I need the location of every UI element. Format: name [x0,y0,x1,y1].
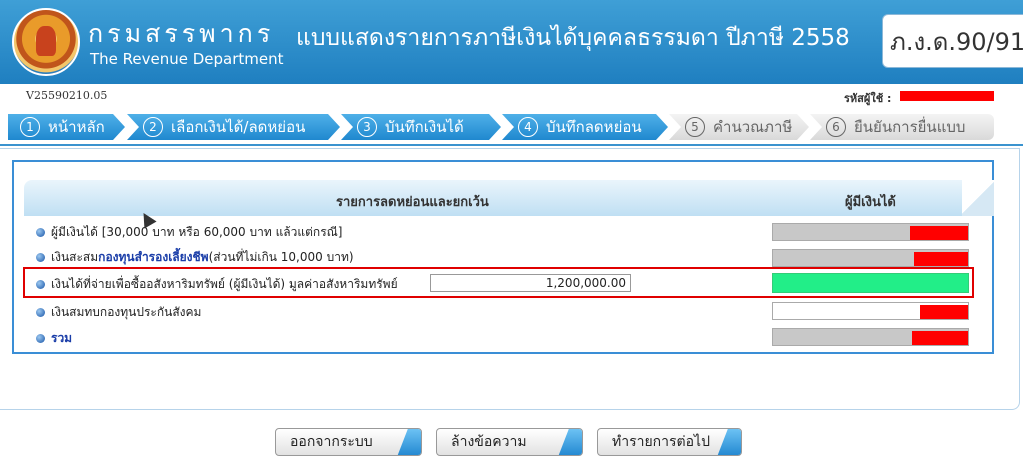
version-label: V25590210.05 [26,89,108,102]
step-label: หน้าหลัก [48,118,105,136]
step-divider [0,144,1023,146]
step-navigation: 1 หน้าหลัก 2 เลือกเงินได้/ลดหย่อน 3 บันท… [8,108,1021,144]
revenue-department-logo [12,8,80,76]
button-accent-icon [558,429,582,455]
step-number: 6 [826,117,846,137]
header-page-curl [962,180,994,216]
row-label: เงินสมทบกองทุนประกันสังคม [51,304,202,319]
page-header: กรมสรรพากร The Revenue Department แบบแสด… [0,0,1023,84]
step-number: 1 [20,117,40,137]
form-title: แบบแสดงรายการภาษีเงินได้บุคคลธรรมดา ปีภา… [296,25,850,51]
step-select-income[interactable]: 2 เลือกเงินได้/ลดหย่อน [127,114,340,140]
step-number: 4 [518,117,538,137]
value-redacted [914,252,968,266]
step-label: ยืนยันการยื่นแบบ [854,118,966,136]
property-purchase-value[interactable] [772,273,969,293]
form-code: ภ.ง.ด.90/91 [882,14,1023,68]
property-value-input[interactable]: 1,200,000.00 [430,274,631,292]
row-label: เงินได้ที่จ่ายเพื่อซื้ออสังหาริมทรัพย์ (… [51,276,398,291]
bullet-icon [36,307,45,317]
row-total: รวม [36,328,72,348]
next-button[interactable]: ทำรายการต่อไป [597,428,742,456]
clear-button-label: ล้างข้อความ [451,434,527,450]
user-id-redacted [900,91,994,101]
logout-button-label: ออกจากระบบ [290,434,373,450]
next-button-label: ทำรายการต่อไป [612,434,710,450]
column-header-deductions: รายการลดหย่อนและยกเว้น [336,195,489,210]
clear-button[interactable]: ล้างข้อความ [436,428,583,456]
org-name-thai: กรมสรรพากร [88,19,275,48]
value-redacted [912,331,968,345]
step-record-deductions[interactable]: 4 บันทึกลดหย่อน [502,114,668,140]
taxpayer-allowance-value[interactable] [772,223,969,241]
step-record-income[interactable]: 3 บันทึกเงินได้ [341,114,501,140]
bullet-icon [36,252,45,262]
total-value [772,328,969,346]
total-label: รวม [51,330,73,345]
bullet-icon [36,333,45,343]
value-redacted [920,305,968,319]
button-accent-icon [717,429,741,455]
row-provident-fund: เงินสะสม กองทุนสำรองเลี้ยงชีพ (ส่วนที่ไม… [36,247,354,267]
row-taxpayer-allowance: ผู้มีเงินได้ [30,000 บาท หรือ 60,000 บาท… [36,222,342,242]
button-accent-icon [397,429,421,455]
user-id-label: รหัสผู้ใช้ : [844,92,892,105]
step-number: 2 [143,117,163,137]
step-home[interactable]: 1 หน้าหลัก [8,114,125,140]
social-security-value[interactable] [772,302,969,320]
column-header-taxpayer: ผู้มีเงินได้ [845,195,896,210]
table-header [24,180,984,216]
org-name-english: The Revenue Department [90,50,284,68]
step-number: 5 [685,117,705,137]
step-label: บันทึกลดหย่อน [546,118,642,136]
provident-fund-link[interactable]: กองทุนสำรองเลี้ยงชีพ [98,248,208,267]
row-label-pre: เงินสะสม [51,249,99,264]
step-confirm-filing: 6 ยืนยันการยื่นแบบ [810,114,994,140]
value-redacted [910,226,968,240]
step-number: 3 [357,117,377,137]
bullet-icon [36,227,45,237]
bullet-icon [36,279,45,289]
row-property-purchase: เงินได้ที่จ่ายเพื่อซื้ออสังหาริมทรัพย์ (… [36,274,398,294]
step-label: บันทึกเงินได้ [385,118,464,136]
step-label: คำนวณภาษี [713,118,793,136]
step-label: เลือกเงินได้/ลดหย่อน [171,118,306,136]
provident-fund-value[interactable] [772,249,969,267]
row-label: ผู้มีเงินได้ [30,000 บาท หรือ 60,000 บาท… [51,224,343,239]
row-label-post: (ส่วนที่ไม่เกิน 10,000 บาท) [208,249,354,264]
step-calculate-tax: 5 คำนวณภาษี [669,114,809,140]
row-social-security: เงินสมทบกองทุนประกันสังคม [36,302,201,322]
logout-button[interactable]: ออกจากระบบ [275,428,422,456]
